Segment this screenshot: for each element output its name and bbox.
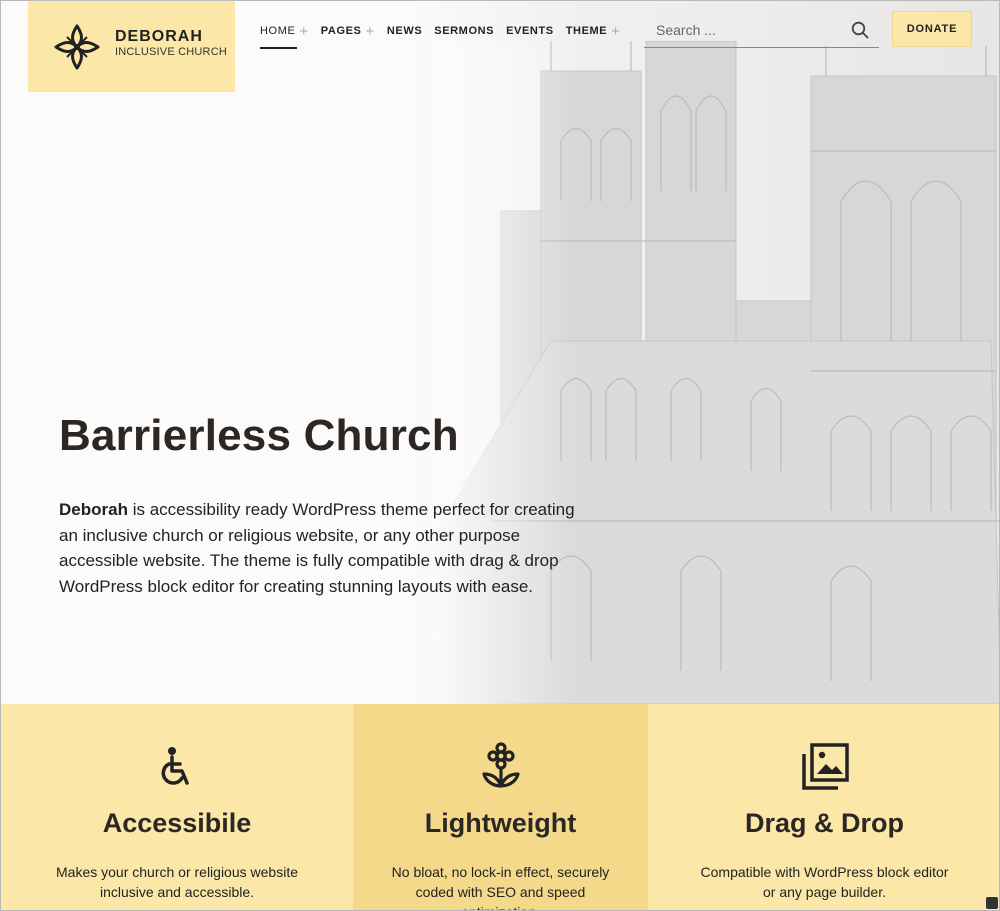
plus-icon[interactable]: + [299, 24, 308, 39]
nav-item-sermons[interactable]: SERMONS [434, 21, 494, 41]
nav-item-home[interactable]: HOME + [260, 21, 309, 49]
accessibility-icon [161, 747, 189, 785]
feature-description: Makes your church or religious website i… [56, 864, 298, 900]
hero-description-text: is accessibility ready WordPress theme p… [59, 500, 575, 596]
nav-item-news[interactable]: NEWS [387, 21, 422, 41]
feature-card-accessible: Accessibile Makes your church or religio… [1, 704, 353, 910]
nav-item-pages[interactable]: PAGES + [321, 21, 375, 41]
nav-item-label: NEWS [386, 25, 423, 37]
feature-title: Lightweight [424, 808, 577, 838]
feature-description: Compatible with WordPress block editor o… [700, 864, 949, 900]
nav-item-events[interactable]: EVENTS [506, 21, 554, 41]
features-section: Accessibile Makes your church or religio… [1, 704, 999, 910]
hero-description: Deborah is accessibility ready WordPress… [59, 497, 579, 599]
nav-item-label: PAGES [320, 25, 362, 37]
plus-icon[interactable]: + [365, 24, 374, 39]
main-navigation: HOME + PAGES + NEWS SERMONS EVENTS THEME… [260, 21, 633, 49]
chat-widget-icon[interactable] [986, 897, 998, 909]
feature-title: Accessibile [102, 808, 252, 838]
search-icon[interactable] [851, 21, 869, 39]
hero-description-brand: Deborah [59, 500, 128, 519]
nav-item-label: SERMONS [434, 25, 495, 37]
nav-item-label: HOME [260, 25, 296, 37]
site-logo[interactable]: DEBORAH INCLUSIVE CHURCH [28, 1, 235, 92]
site-tagline: INCLUSIVE CHURCH [115, 46, 227, 58]
feature-card-drag-drop: Drag & Drop Compatible with WordPress bl… [648, 704, 999, 910]
cathedral-sketch-image [431, 41, 999, 704]
hero-title: Barrierless Church [59, 411, 459, 460]
nav-item-label: EVENTS [506, 25, 554, 37]
plus-icon[interactable]: + [611, 24, 620, 39]
flower-icon [481, 742, 520, 788]
nav-item-theme[interactable]: THEME + [566, 21, 621, 41]
feature-description: No bloat, no lock-in effect, securely co… [391, 864, 610, 910]
page-frame: DEBORAH INCLUSIVE CHURCH HOME + PAGES + … [0, 0, 1000, 911]
flower-ornament-icon [54, 24, 100, 70]
search-form [644, 12, 879, 48]
feature-title: Drag & Drop [744, 808, 904, 838]
donate-button[interactable]: DONATE [892, 11, 972, 47]
nav-item-label: THEME [565, 25, 608, 37]
gallery-icon [801, 743, 849, 790]
feature-card-lightweight: Lightweight No bloat, no lock-in effect,… [353, 704, 648, 910]
search-input[interactable] [656, 19, 836, 41]
site-title: DEBORAH [115, 28, 203, 45]
